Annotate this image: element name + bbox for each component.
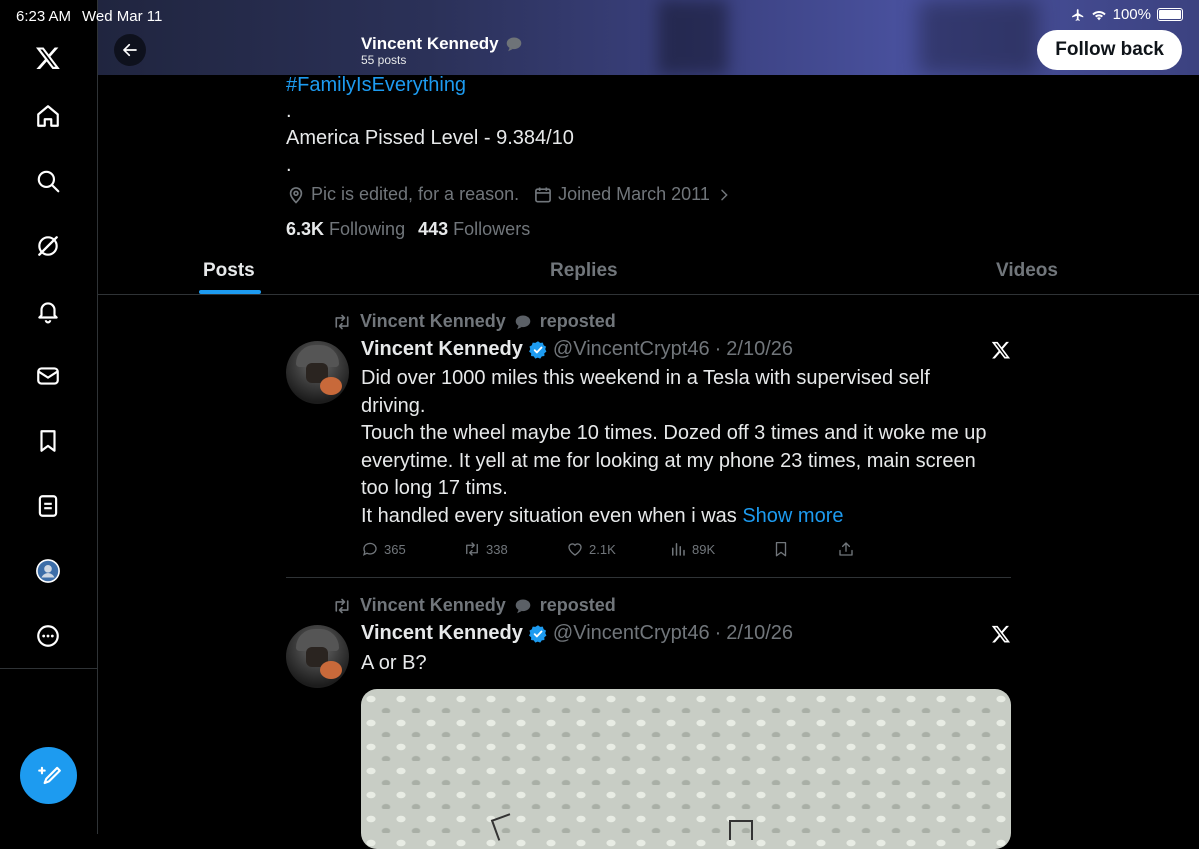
back-arrow-icon: [123, 43, 137, 57]
active-tab-indicator: [199, 290, 261, 294]
repost-label: reposted: [539, 595, 616, 615]
speech-bubble-emoji-icon: [515, 598, 530, 613]
followers-label: Followers: [453, 219, 531, 239]
bookmark-button[interactable]: [772, 540, 790, 558]
grok-icon[interactable]: [30, 228, 66, 264]
notifications-bell-icon[interactable]: [30, 293, 66, 329]
x-logo-icon[interactable]: [30, 40, 66, 76]
reply-icon: [362, 542, 377, 556]
header-posts-count: 55 posts: [361, 53, 407, 67]
x-logo-icon: [991, 341, 1011, 359]
more-options-icon[interactable]: [30, 618, 66, 654]
analytics-bars-icon: [672, 543, 685, 556]
like-button[interactable]: 2.1K: [566, 540, 616, 558]
tab-replies[interactable]: Replies: [550, 260, 618, 282]
verified-badge-icon: [528, 340, 547, 359]
lists-icon[interactable]: [30, 488, 66, 524]
bio-text: America Pissed Level - 9.384/10: [286, 127, 574, 149]
post-date[interactable]: 2/10/26: [726, 622, 793, 645]
compose-feather-icon: [37, 766, 61, 784]
post-text: Did over 1000 miles this weekend in a Te…: [361, 367, 987, 527]
home-icon[interactable]: [30, 98, 66, 134]
profile-tabs: Posts Replies Videos: [98, 248, 1199, 295]
post-header: Vincent Kennedy @VincentCrypt46 · 2/10/2…: [361, 338, 793, 361]
views-count: 89K: [692, 541, 716, 557]
status-indicators: 100%: [1071, 6, 1183, 23]
status-bar: 6:23 AM Wed Mar 11 100%: [0, 0, 1199, 32]
repost-context: Vincent Kennedy reposted: [332, 595, 616, 616]
location-pin-icon: [286, 185, 306, 205]
repost-count: 338: [486, 541, 508, 557]
following-label: Following: [329, 219, 406, 239]
repost-icon: [335, 598, 349, 613]
wifi-icon: [1091, 10, 1106, 20]
share-button[interactable]: [837, 540, 855, 558]
profile-meta: Pic is edited, for a reason. Joined Marc…: [286, 184, 737, 205]
repost-button[interactable]: 338: [463, 540, 508, 558]
status-time: 6:23 AM: [16, 8, 72, 25]
repost-by-name[interactable]: Vincent Kennedy: [360, 311, 506, 332]
messages-mail-icon[interactable]: [30, 358, 66, 394]
tab-videos[interactable]: Videos: [996, 260, 1058, 282]
post-separator: ·: [714, 622, 722, 644]
following-count: 6.3K: [286, 219, 325, 239]
post-header: Vincent Kennedy @VincentCrypt46 · 2/10/2…: [361, 622, 793, 645]
bookmark-icon: [775, 541, 787, 557]
post-date[interactable]: 2/10/26: [726, 338, 793, 361]
views-button[interactable]: 89K: [669, 540, 715, 558]
speech-bubble-emoji-icon: [515, 314, 530, 329]
tab-posts[interactable]: Posts: [203, 260, 255, 282]
show-more-link[interactable]: Show more: [742, 505, 843, 527]
post-author-name[interactable]: Vincent Kennedy: [361, 338, 523, 361]
post-author-handle[interactable]: @VincentCrypt46: [553, 622, 710, 645]
profile-joined-date: Joined March 2011: [558, 184, 710, 204]
repost-icon: [335, 314, 349, 329]
avatar[interactable]: [286, 341, 349, 404]
bio-dot: .: [286, 154, 292, 176]
following-link[interactable]: 6.3K Following: [286, 219, 405, 239]
post-author-name[interactable]: Vincent Kennedy: [361, 622, 523, 645]
bookmarks-icon[interactable]: [30, 423, 66, 459]
repost-label: reposted: [539, 311, 616, 331]
profile-location: Pic is edited, for a reason.: [311, 184, 520, 204]
follow-back-button[interactable]: Follow back: [1037, 30, 1182, 70]
avatar[interactable]: [286, 625, 349, 688]
bio-hashtag-link[interactable]: #FamilyIsEverything: [286, 74, 466, 97]
search-icon[interactable]: [30, 163, 66, 199]
like-count: 2.1K: [589, 541, 616, 557]
share-upload-icon: [839, 542, 853, 556]
header-name: Vincent Kennedy: [361, 34, 499, 53]
followers-count: 443: [418, 219, 449, 239]
reply-button[interactable]: 365: [361, 540, 406, 558]
repost-icon: [466, 542, 478, 556]
profile-avatar-icon[interactable]: [30, 553, 66, 589]
verified-badge-icon: [528, 624, 547, 643]
heart-icon: [568, 543, 582, 556]
post-divider: [286, 577, 1011, 578]
post-separator: ·: [714, 338, 722, 360]
sidebar: [0, 0, 98, 834]
chevron-right-icon[interactable]: [716, 187, 732, 203]
battery-percent: 100%: [1112, 6, 1151, 23]
back-button[interactable]: [114, 34, 146, 66]
post-text: A or B?: [361, 652, 427, 674]
battery-icon: [1157, 8, 1183, 21]
repost-by-name[interactable]: Vincent Kennedy: [360, 595, 506, 616]
sidebar-divider: [0, 668, 97, 669]
status-date: Wed Mar 11: [82, 8, 163, 25]
header-title: Vincent Kennedy: [361, 34, 523, 54]
followers-link[interactable]: 443 Followers: [418, 219, 530, 239]
reply-count: 365: [384, 541, 406, 557]
post-image[interactable]: [361, 689, 1011, 849]
compose-post-button[interactable]: [20, 747, 77, 804]
bio-dot: .: [286, 100, 292, 122]
x-logo-icon: [991, 625, 1011, 643]
follow-stats: 6.3K Following 443 Followers: [286, 219, 530, 240]
calendar-icon: [533, 185, 553, 205]
repost-context: Vincent Kennedy reposted: [332, 311, 616, 332]
airplane-icon: [1071, 8, 1083, 21]
post-actions: 365 338 2.1K 89K: [361, 540, 861, 560]
post-author-handle[interactable]: @VincentCrypt46: [553, 338, 710, 361]
speech-bubble-emoji-icon: [506, 37, 521, 52]
